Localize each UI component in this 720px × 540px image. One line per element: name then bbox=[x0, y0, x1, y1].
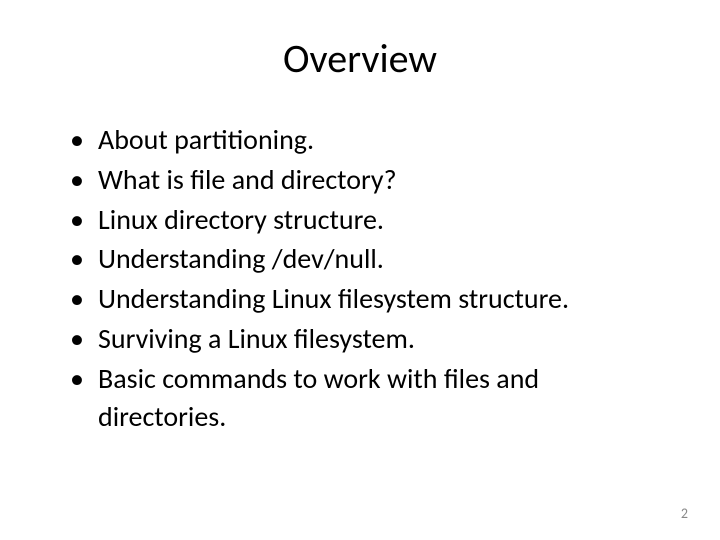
page-number: 2 bbox=[681, 505, 688, 522]
list-item: Understanding Linux filesystem structure… bbox=[70, 280, 670, 318]
list-item: Surviving a Linux filesystem. bbox=[70, 320, 670, 358]
slide-container: Overview About partitioning. What is fil… bbox=[0, 0, 720, 540]
list-item: About partitioning. bbox=[70, 121, 670, 159]
list-item: Basic commands to work with files and di… bbox=[70, 360, 670, 436]
list-item: Understanding /dev/null. bbox=[70, 240, 670, 278]
slide-title: Overview bbox=[50, 34, 670, 83]
bullet-list: About partitioning. What is file and dir… bbox=[50, 121, 670, 435]
list-item: Linux directory structure. bbox=[70, 201, 670, 239]
list-item: What is file and directory? bbox=[70, 161, 670, 199]
